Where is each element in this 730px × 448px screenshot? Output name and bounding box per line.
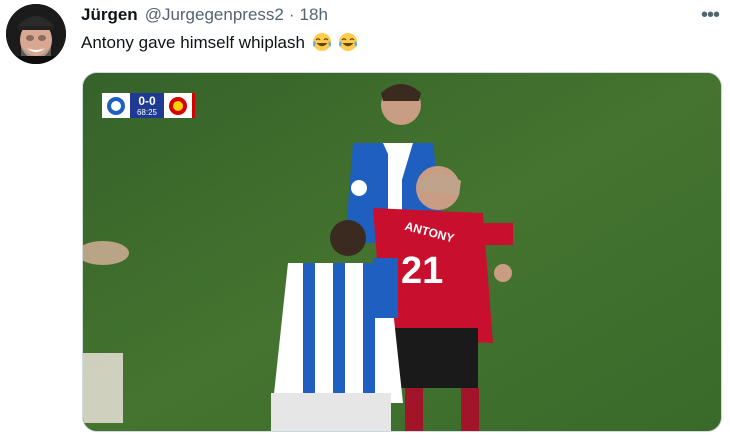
- tweet-timestamp[interactable]: 18h: [300, 5, 328, 25]
- clock-text: 68:25: [136, 108, 158, 117]
- tweet-text: Antony gave himself whiplash: [81, 32, 358, 54]
- video-frame: ANTONY 21: [83, 73, 721, 431]
- home-crest-icon: [102, 93, 130, 118]
- away-crest-icon: [164, 93, 195, 118]
- author-name[interactable]: Jürgen: [81, 5, 138, 25]
- separator-dot: ·: [288, 5, 295, 24]
- tears-of-joy-emoji-icon: [312, 33, 331, 51]
- more-options-icon: •••: [700, 3, 720, 26]
- author-handle[interactable]: @Jurgegenpress2: [145, 5, 284, 25]
- avatar[interactable]: [6, 4, 66, 64]
- more-options-button[interactable]: •••: [690, 4, 730, 26]
- tweet-text-content: Antony gave himself whiplash: [81, 33, 310, 52]
- player-number-label: 21: [401, 250, 443, 292]
- scorebug: 0-0 68:25: [102, 93, 195, 118]
- avatar-image: [6, 4, 66, 64]
- score-text: 0-0: [138, 94, 156, 108]
- score-panel: 0-0 68:25: [130, 93, 164, 118]
- tweet-header: Jürgen @Jurgegenpress2 · 18h: [81, 4, 328, 26]
- tears-of-joy-emoji-icon: [339, 33, 358, 51]
- tweet-media[interactable]: ANTONY 21: [82, 72, 722, 432]
